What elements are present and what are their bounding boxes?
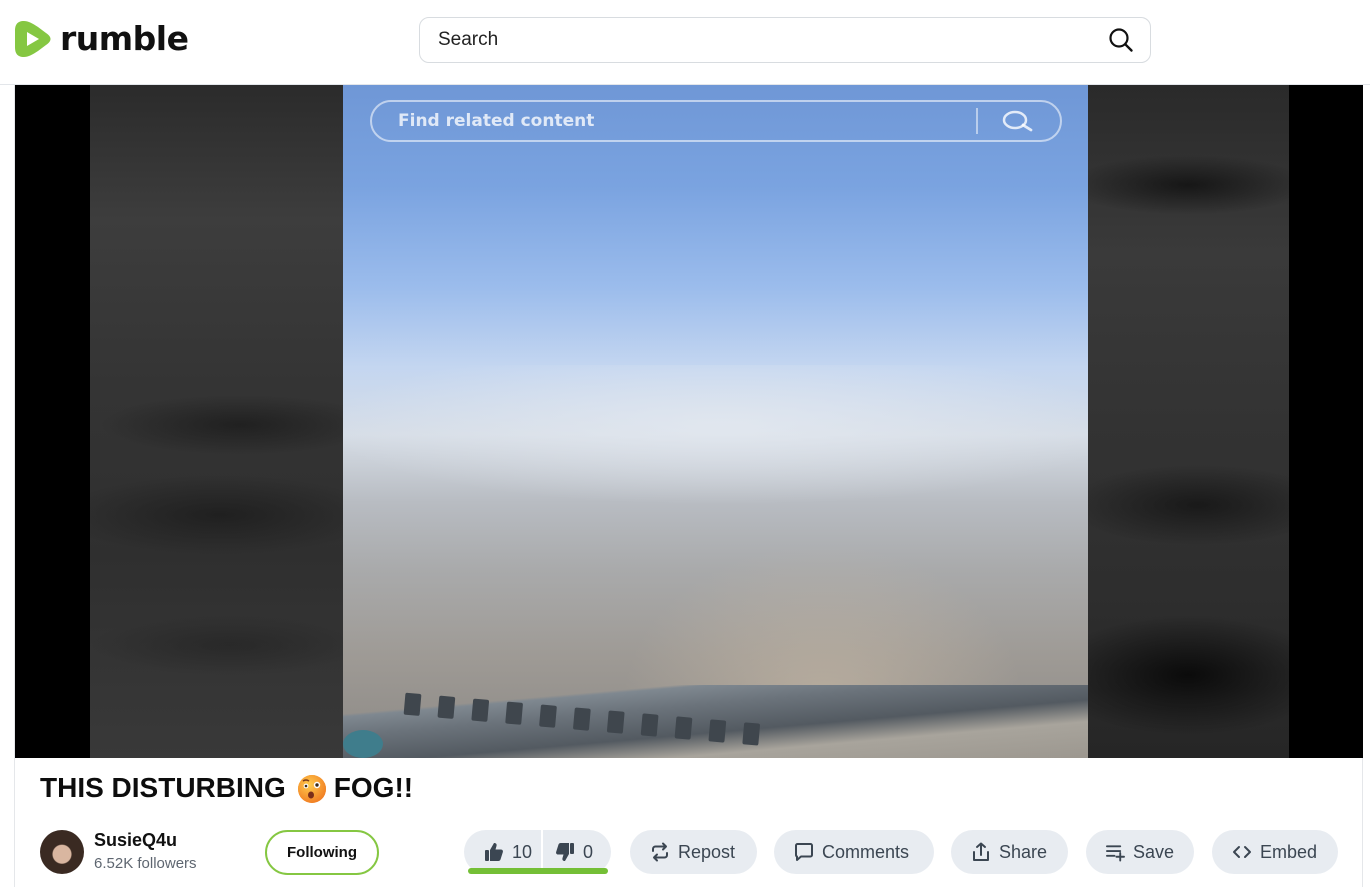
- rumble-logo[interactable]: rumble: [14, 19, 189, 59]
- dislike-count: 0: [583, 841, 594, 862]
- search-icon[interactable]: [1108, 27, 1134, 53]
- right-divider: [1362, 758, 1363, 887]
- vote-ratio-fill: [468, 868, 608, 874]
- pool: [343, 730, 383, 758]
- video-blur-right: [1088, 85, 1289, 758]
- share-button[interactable]: Share: [951, 830, 1068, 874]
- repost-label: Repost: [678, 841, 736, 862]
- following-button[interactable]: Following: [265, 830, 379, 875]
- save-label: Save: [1132, 841, 1174, 862]
- search-icon: [1002, 110, 1033, 132]
- fog-band: [343, 365, 1088, 525]
- chair: [572, 707, 591, 731]
- comments-button[interactable]: Comments: [774, 830, 934, 874]
- video-frame: Find related content: [343, 85, 1088, 758]
- playlist-add-icon: [1106, 845, 1125, 862]
- chair: [437, 695, 456, 719]
- face-with-open-mouth-emoji-icon: [297, 775, 326, 803]
- embed-button[interactable]: Embed: [1212, 830, 1338, 874]
- video-player[interactable]: Find related content: [15, 85, 1363, 758]
- code-icon: [1233, 846, 1251, 858]
- chair: [403, 692, 422, 716]
- like-count: 10: [512, 841, 533, 862]
- chair: [606, 710, 625, 734]
- share-label: Share: [999, 841, 1048, 862]
- site-header: rumble: [0, 0, 1370, 85]
- comment-icon: [795, 843, 813, 861]
- chair: [471, 698, 490, 722]
- chair: [505, 701, 524, 725]
- comments-label: Comments: [822, 841, 910, 862]
- chair: [708, 719, 727, 743]
- chair: [742, 722, 761, 746]
- repost-icon: [652, 842, 668, 862]
- chair: [640, 713, 659, 737]
- chair: [674, 716, 693, 740]
- rumble-play-icon: [15, 21, 51, 57]
- title-text-before: THIS DISTURBING: [40, 772, 286, 803]
- save-button[interactable]: Save: [1086, 830, 1194, 874]
- search-bar[interactable]: [419, 17, 1151, 63]
- repost-button[interactable]: Repost: [630, 830, 757, 874]
- embed-label: Embed: [1260, 841, 1318, 862]
- share-icon: [973, 842, 989, 861]
- video-title: THIS DISTURBING FOG!!: [40, 772, 413, 804]
- related-divider: [976, 108, 978, 134]
- vote-ratio-bar: [468, 868, 608, 874]
- related-content-text: Find related content: [398, 111, 595, 131]
- video-blur-left: [90, 85, 343, 758]
- logo-text: rumble: [60, 19, 189, 58]
- search-input[interactable]: [438, 29, 1108, 51]
- title-text-after: FOG!!: [333, 772, 414, 803]
- thumbs-down-icon: [556, 843, 574, 861]
- related-content-search: Find related content: [370, 100, 1062, 142]
- channel-avatar[interactable]: [40, 830, 84, 874]
- thumbs-up-icon: [485, 843, 503, 861]
- chair: [539, 704, 557, 728]
- follower-count: 6.52K followers: [94, 855, 197, 872]
- channel-name[interactable]: SusieQ4u: [94, 830, 177, 851]
